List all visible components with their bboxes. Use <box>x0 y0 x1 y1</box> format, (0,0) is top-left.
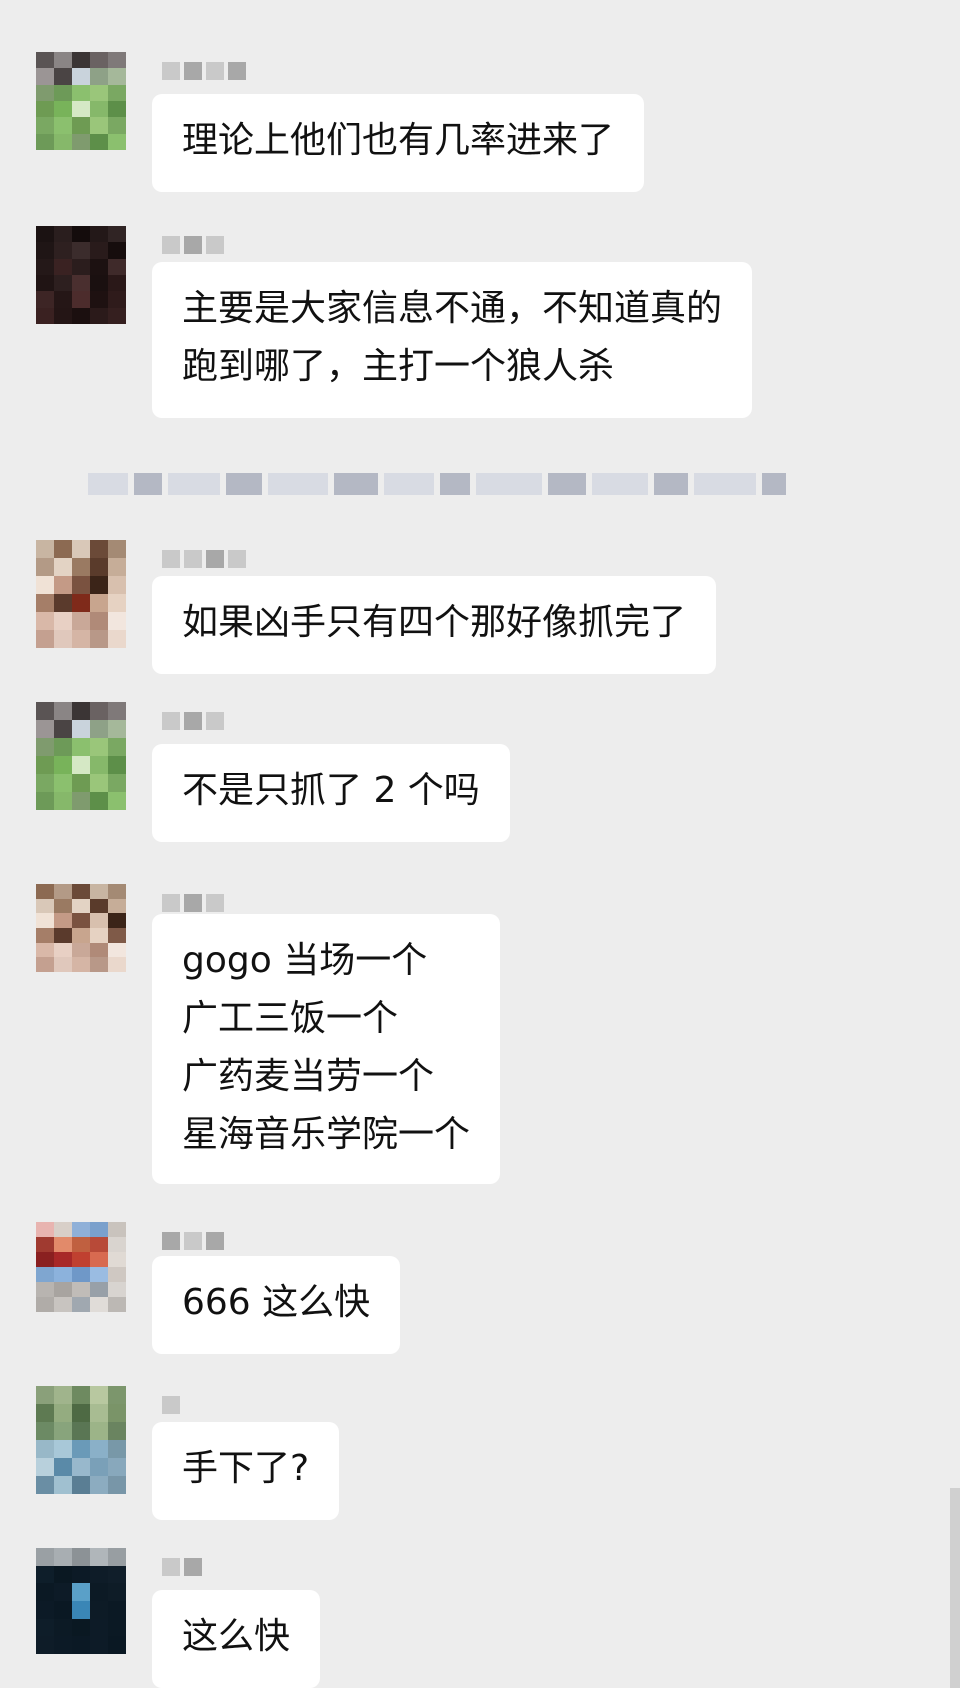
avatar[interactable] <box>36 1548 126 1654</box>
message-bubble[interactable]: gogo 当场一个 广工三饭一个 广药麦当劳一个 星海音乐学院一个 <box>152 914 501 1184</box>
avatar[interactable] <box>36 52 126 150</box>
chat-area: 理论上他们也有几率进来了 主要是大家信息不通，不知道真的 跑到哪了，主打一个狼人… <box>0 0 960 1688</box>
avatar[interactable] <box>36 1386 126 1494</box>
message-bubble[interactable]: 666 这么快 <box>152 1256 401 1354</box>
system-notice <box>88 464 888 504</box>
sender-name <box>162 1554 202 1580</box>
sender-name <box>162 232 224 258</box>
sender-name <box>162 1392 180 1418</box>
scrollbar[interactable] <box>950 1488 960 1688</box>
sender-name <box>162 708 224 734</box>
sender-name <box>162 1228 224 1254</box>
avatar[interactable] <box>36 540 126 648</box>
sender-name <box>162 546 246 572</box>
message-bubble[interactable]: 不是只抓了 2 个吗 <box>152 744 510 842</box>
message-bubble[interactable]: 理论上他们也有几率进来了 <box>152 94 645 192</box>
avatar[interactable] <box>36 1222 126 1312</box>
avatar[interactable] <box>36 226 126 324</box>
message-bubble[interactable]: 主要是大家信息不通，不知道真的 跑到哪了，主打一个狼人杀 <box>152 262 753 418</box>
message-bubble[interactable]: 如果凶手只有四个那好像抓完了 <box>152 576 717 674</box>
sender-name <box>162 890 224 916</box>
message-bubble[interactable]: 手下了? <box>152 1422 340 1520</box>
message-bubble[interactable]: 这么快 <box>152 1590 321 1688</box>
avatar[interactable] <box>36 702 126 810</box>
avatar[interactable] <box>36 884 126 972</box>
sender-name <box>162 58 246 84</box>
